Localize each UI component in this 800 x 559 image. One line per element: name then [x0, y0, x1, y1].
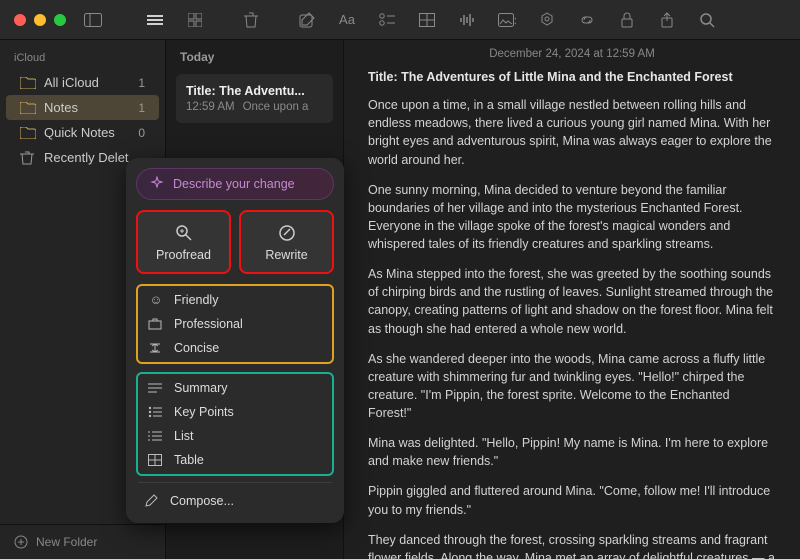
folder-count: 1 — [138, 101, 145, 115]
ai-tools-icon[interactable] — [538, 11, 556, 29]
list-date-header: Today — [166, 40, 343, 74]
paragraph: One sunny morning, Mina decided to ventu… — [368, 181, 776, 254]
folder-count: 0 — [138, 126, 145, 140]
note-preview: Once upon a — [243, 101, 309, 113]
content-title: Title: The Adventures of Little Mina and… — [368, 68, 776, 86]
paragraph: They danced through the forest, crossing… — [368, 531, 776, 559]
transform-label: List — [174, 429, 193, 443]
folder-quick-notes[interactable]: Quick Notes 0 — [6, 120, 159, 145]
sparkle-icon — [149, 176, 165, 192]
grid-view-icon[interactable] — [186, 11, 204, 29]
folder-count: 1 — [138, 76, 145, 90]
tone-label: Professional — [174, 317, 243, 331]
close-window-button[interactable] — [14, 14, 26, 26]
window-controls — [14, 14, 66, 26]
folder-icon — [20, 127, 36, 139]
writing-tools-popover: Describe your change Proofread Rewrite ☺… — [126, 158, 344, 523]
folder-icon — [20, 102, 36, 114]
transform-table[interactable]: Table — [140, 448, 330, 472]
new-folder-label: New Folder — [36, 535, 97, 549]
section-label: iCloud — [0, 50, 165, 70]
toggle-sidebar-button[interactable] — [84, 13, 102, 27]
compose-item[interactable]: Compose... — [136, 489, 334, 513]
note-meta: 12:59 AM Once upon a — [186, 101, 323, 113]
prompt-input[interactable]: Describe your change — [136, 168, 334, 200]
compose-icon[interactable] — [298, 11, 316, 29]
rewrite-icon — [278, 224, 296, 242]
tone-group: ☺ Friendly Professional Concise — [136, 284, 334, 364]
proofread-label: Proofread — [156, 248, 211, 262]
folder-notes[interactable]: Notes 1 — [6, 95, 159, 120]
transform-label: Summary — [174, 381, 227, 395]
note-title: Title: The Adventu... — [186, 84, 323, 98]
link-icon[interactable] — [578, 11, 596, 29]
table-icon[interactable] — [418, 11, 436, 29]
table-icon — [148, 454, 164, 466]
tone-label: Friendly — [174, 293, 218, 307]
summary-icon — [148, 382, 164, 394]
transform-label: Table — [174, 453, 204, 467]
trash-icon — [20, 151, 36, 165]
toolbar: Aa — [146, 11, 716, 29]
transform-label: Key Points — [174, 405, 234, 419]
primary-actions: Proofread Rewrite — [136, 210, 334, 274]
compose-label: Compose... — [170, 494, 234, 508]
share-icon[interactable] — [658, 11, 676, 29]
folder-name: Notes — [44, 100, 78, 115]
main: iCloud All iCloud 1 Notes 1 Quick Notes … — [0, 40, 800, 559]
note-content: December 24, 2024 at 12:59 AM Title: The… — [344, 40, 800, 559]
folder-name: Recently Delet — [44, 150, 129, 165]
note-time: 12:59 AM — [186, 101, 235, 113]
smile-icon: ☺ — [148, 293, 164, 307]
checklist-icon[interactable] — [378, 11, 396, 29]
plus-icon — [14, 535, 28, 549]
minimize-window-button[interactable] — [34, 14, 46, 26]
list-icon — [148, 430, 164, 442]
keypoints-icon — [148, 406, 164, 418]
transform-list[interactable]: List — [140, 424, 330, 448]
search-icon[interactable] — [698, 11, 716, 29]
transform-group: Summary Key Points List Table — [136, 372, 334, 476]
paragraph: Once upon a time, in a small village nes… — [368, 96, 776, 169]
transform-key-points[interactable]: Key Points — [140, 400, 330, 424]
titlebar: Aa — [0, 0, 800, 40]
content-date: December 24, 2024 at 12:59 AM — [344, 40, 800, 66]
folder-name: Quick Notes — [44, 125, 115, 140]
paragraph: As she wandered deeper into the woods, M… — [368, 350, 776, 423]
tone-professional[interactable]: Professional — [140, 312, 330, 336]
maximize-window-button[interactable] — [54, 14, 66, 26]
audio-icon[interactable] — [458, 11, 476, 29]
rewrite-button[interactable]: Rewrite — [239, 210, 334, 274]
proofread-button[interactable]: Proofread — [136, 210, 231, 274]
tone-concise[interactable]: Concise — [140, 336, 330, 360]
media-icon[interactable] — [498, 11, 516, 29]
editor[interactable]: Title: The Adventures of Little Mina and… — [344, 66, 800, 559]
trash-icon[interactable] — [242, 11, 260, 29]
folder-all-icloud[interactable]: All iCloud 1 — [6, 70, 159, 95]
briefcase-icon — [148, 318, 164, 330]
prompt-placeholder: Describe your change — [173, 177, 295, 191]
paragraph: Pippin giggled and fluttered around Mina… — [368, 482, 776, 518]
list-view-icon[interactable] — [146, 11, 164, 29]
paragraph: As Mina stepped into the forest, she was… — [368, 265, 776, 338]
transform-summary[interactable]: Summary — [140, 376, 330, 400]
new-folder-button[interactable]: New Folder — [0, 524, 165, 559]
tone-friendly[interactable]: ☺ Friendly — [140, 288, 330, 312]
folder-name: All iCloud — [44, 75, 99, 90]
divider — [138, 482, 332, 483]
tone-label: Concise — [174, 341, 219, 355]
paragraph: Mina was delighted. "Hello, Pippin! My n… — [368, 434, 776, 470]
magnify-icon — [175, 224, 193, 242]
rewrite-label: Rewrite — [265, 248, 307, 262]
app-window: Aa iCloud All iCloud 1 Notes 1 — [0, 0, 800, 559]
pencil-icon — [144, 494, 160, 508]
lock-icon[interactable] — [618, 11, 636, 29]
concise-icon — [148, 342, 164, 354]
note-list-item[interactable]: Title: The Adventu... 12:59 AM Once upon… — [176, 74, 333, 123]
folder-icon — [20, 77, 36, 89]
font-icon[interactable]: Aa — [338, 11, 356, 29]
